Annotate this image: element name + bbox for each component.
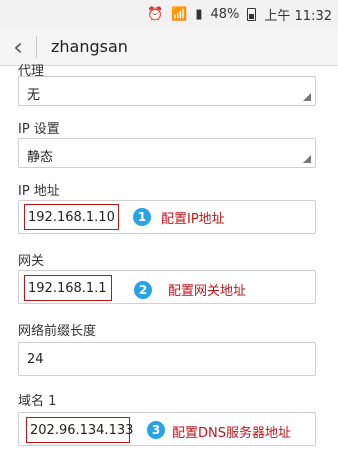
step-3-badge: 3 <box>147 421 165 439</box>
prefix-length-label: 网络前缀长度 <box>18 324 97 339</box>
wifi-icon: 📶 <box>171 6 188 22</box>
ip-settings-value: 静态 <box>27 150 54 165</box>
dns1-value[interactable]: 202.96.134.133 <box>26 417 133 443</box>
ip-address-annotation: 配置IP地址 <box>161 212 225 227</box>
clock: 上午 11:32 <box>264 8 332 24</box>
proxy-select[interactable]: 无 <box>18 76 316 106</box>
proxy-value: 无 <box>27 88 41 103</box>
signal-icon: ▮ <box>195 6 203 22</box>
divider <box>36 35 37 58</box>
prefix-length-value: 24 <box>27 352 44 367</box>
app-bar: ‹ zhangsan <box>0 28 338 66</box>
page-title: zhangsan <box>51 37 128 56</box>
dns1-annotation: 配置DNS服务器地址 <box>172 426 291 441</box>
dropdown-triangle-icon <box>303 155 311 163</box>
ip-settings-select[interactable]: 静态 <box>18 138 316 168</box>
ip-address-value[interactable]: 192.168.1.10 <box>24 204 119 230</box>
dropdown-triangle-icon <box>303 93 311 101</box>
gateway-label: 网关 <box>18 254 45 269</box>
step-1-badge: 1 <box>133 208 151 226</box>
battery-percent: 48% <box>210 6 240 22</box>
step-2-badge: 2 <box>134 281 152 299</box>
ip-settings-label: IP 设置 <box>18 122 60 137</box>
dns1-label: 域名 1 <box>18 394 57 409</box>
ip-address-label: IP 地址 <box>18 184 60 199</box>
gateway-value[interactable]: 192.168.1.1 <box>24 275 112 301</box>
chevron-left-icon: ‹ <box>13 32 23 61</box>
status-bar: ⏰ 📶 ▮ 48% 上午 11:32 <box>0 0 338 28</box>
prefix-length-field[interactable]: 24 <box>18 342 316 376</box>
alarm-icon: ⏰ <box>146 6 164 22</box>
battery-icon <box>247 7 257 21</box>
gateway-annotation: 配置网关地址 <box>168 284 247 299</box>
